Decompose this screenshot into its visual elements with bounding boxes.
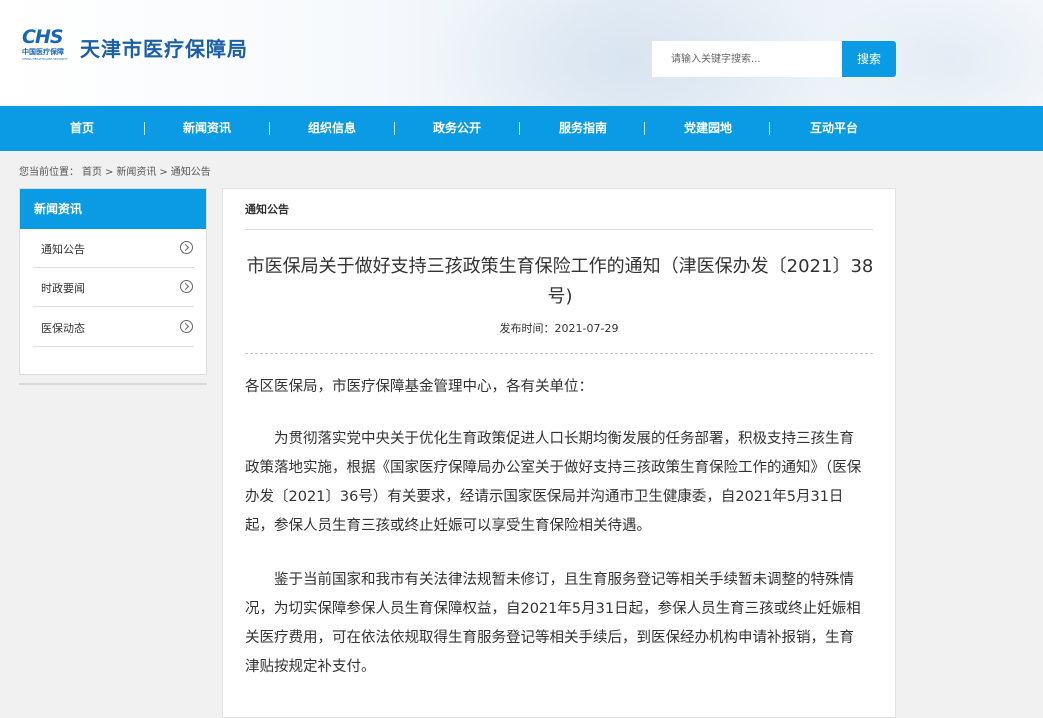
- nav-item-home[interactable]: 首页: [32, 106, 132, 151]
- nav-separator: [644, 122, 645, 135]
- main-nav: 首页 新闻资讯 组织信息 政务公开 服务指南 党建园地 互动平台: [0, 106, 1043, 151]
- sidebar-item-current-affairs[interactable]: 时政要闻: [33, 268, 194, 307]
- nav-separator: [519, 122, 520, 135]
- article-salutation: 各区医保局，市医疗保障基金管理中心，各有关单位：: [245, 379, 593, 395]
- article-paragraph: 鉴于当前国家和我市有关法律法规暂未修订，且生育服务登记等相关手续暂未调整的特殊情…: [245, 572, 861, 675]
- article-title: 市医保局关于做好支持三孩政策生育保险工作的通知（津医保办发〔2021〕38号): [246, 256, 874, 307]
- section-divider: [245, 229, 873, 230]
- nav-separator: [269, 122, 270, 135]
- sidebar-item-label: 时政要闻: [41, 282, 85, 295]
- breadcrumb-news[interactable]: 新闻资讯: [116, 167, 156, 178]
- breadcrumb-home[interactable]: 首页: [82, 167, 102, 178]
- chs-logo[interactable]: CHS 中国医疗保障 CHINA HEALTHCARE SECURITY: [22, 27, 72, 63]
- chevron-right-circle-icon: [180, 280, 193, 293]
- article-paragraph: 为贯彻落实党中央关于优化生育政策促进人口长期均衡发展的任务部署，积极支持三孩生育…: [245, 431, 862, 534]
- sidebar-item-label: 医保动态: [41, 322, 85, 335]
- site-header: CHS 中国医疗保障 CHINA HEALTHCARE SECURITY 天津市…: [0, 0, 1043, 106]
- nav-separator: [769, 122, 770, 135]
- logo-subtitle: 中国医疗保障: [22, 48, 64, 56]
- section-heading: 通知公告: [245, 203, 289, 216]
- breadcrumb: 您当前位置： 首页 > 新闻资讯 > 通知公告: [19, 163, 214, 178]
- nav-item-service-guide[interactable]: 服务指南: [533, 106, 633, 151]
- nav-separator: [394, 122, 395, 135]
- nav-item-party-building[interactable]: 党建园地: [658, 106, 758, 151]
- breadcrumb-prefix: 您当前位置：: [19, 167, 79, 178]
- search-button[interactable]: 搜索: [842, 41, 896, 77]
- breadcrumb-separator: >: [105, 167, 114, 178]
- article-divider: [245, 353, 873, 354]
- chevron-right-circle-icon: [180, 241, 193, 254]
- nav-item-organization[interactable]: 组织信息: [282, 106, 382, 151]
- sidebar-item-insurance-news[interactable]: 医保动态: [33, 308, 194, 347]
- search-input[interactable]: [652, 41, 842, 77]
- publish-date: 发布时间：2021-07-29: [499, 322, 619, 335]
- nav-item-news[interactable]: 新闻资讯: [157, 106, 257, 151]
- breadcrumb-separator: >: [159, 167, 168, 178]
- site-title[interactable]: 天津市医疗保障局: [80, 33, 248, 62]
- article-panel: 通知公告 市医保局关于做好支持三孩政策生育保险工作的通知（津医保办发〔2021〕…: [222, 188, 896, 718]
- breadcrumb-current[interactable]: 通知公告: [171, 167, 211, 178]
- logo-mark: CHS: [22, 26, 64, 48]
- nav-separator: [144, 122, 145, 135]
- sidebar-divider: [19, 383, 207, 385]
- logo-english: CHINA HEALTHCARE SECURITY: [22, 57, 68, 61]
- sidebar-item-label: 通知公告: [41, 243, 85, 256]
- sidebar-heading[interactable]: 新闻资讯: [20, 189, 206, 229]
- sidebar-item-notices[interactable]: 通知公告: [33, 229, 194, 268]
- chevron-right-circle-icon: [180, 320, 193, 333]
- nav-item-gov-affairs[interactable]: 政务公开: [407, 106, 507, 151]
- sidebar: 新闻资讯 通知公告 时政要闻 医保动态: [19, 188, 207, 375]
- nav-item-interaction[interactable]: 互动平台: [784, 106, 884, 151]
